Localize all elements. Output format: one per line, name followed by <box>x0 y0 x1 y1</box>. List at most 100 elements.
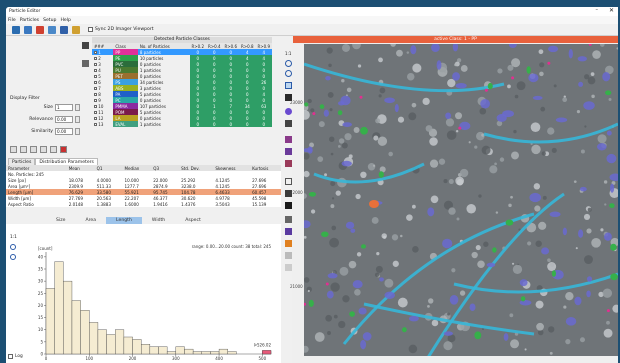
histogram-tabs: Size Area Length Width Aspect <box>46 217 211 224</box>
move-icon[interactable] <box>285 240 292 247</box>
size-input[interactable]: 1 <box>55 104 73 111</box>
camera-icon[interactable] <box>60 25 68 34</box>
histogram-bar <box>80 310 90 355</box>
texture-spot <box>445 118 455 127</box>
stats-row[interactable]: Aspect Ratio 2.0148 1.3883 1.6000 1.9416 1.43… <box>6 201 281 207</box>
histogram-bar <box>71 300 81 355</box>
particle-pmma <box>606 130 612 136</box>
image-toolbar: 1:1 <box>284 36 292 363</box>
polygon-icon[interactable] <box>285 228 292 235</box>
menu-particles[interactable]: Particles <box>20 18 39 23</box>
texture-spot <box>392 260 399 267</box>
hist-zoom-label[interactable]: 1:1 <box>10 235 17 240</box>
copy-icon[interactable] <box>30 146 37 153</box>
size-stepper[interactable] <box>75 104 80 111</box>
texture-spot <box>346 87 352 93</box>
flag-icon[interactable] <box>285 202 292 209</box>
hist-tab-length[interactable]: Length <box>106 217 142 224</box>
texture-spot <box>456 217 460 221</box>
classes-col-header[interactable]: R>0.2 <box>189 43 206 49</box>
menu-setup[interactable]: Setup <box>43 18 56 23</box>
texture-spot <box>548 326 555 333</box>
hist-tab-area[interactable]: Area <box>75 217 106 224</box>
zoom-out-icon[interactable] <box>10 254 16 260</box>
classes-col-header[interactable]: R>0.4 <box>206 43 223 49</box>
classes-col-header[interactable]: R>0.8 <box>239 43 256 49</box>
particle-pe <box>308 299 314 307</box>
texture-spot <box>375 118 381 124</box>
class-row[interactable]: 13 EVAL 1 particles 0 0 0 0 0 <box>92 121 272 127</box>
classes-side-icon-2[interactable] <box>82 60 89 67</box>
particle-pmma <box>445 112 452 120</box>
grid-icon[interactable] <box>10 146 17 153</box>
texture-spot <box>327 91 334 98</box>
particle-pp <box>606 309 610 313</box>
size-label: Size <box>43 105 53 110</box>
texture-spot <box>547 262 557 272</box>
classes-col-header[interactable]: R>0.9 <box>255 43 272 49</box>
log-checkbox[interactable]: Log <box>8 354 23 359</box>
texture-spot <box>539 71 544 77</box>
save-icon[interactable] <box>24 25 32 34</box>
particle-pmma <box>362 332 372 341</box>
overflow-bar <box>262 350 272 355</box>
similarity-stepper[interactable] <box>75 128 80 135</box>
zoom-out-icon[interactable] <box>285 70 292 77</box>
relevance-stepper[interactable] <box>75 116 80 123</box>
similarity-input[interactable]: 0.00 <box>55 128 73 135</box>
color-icon[interactable] <box>285 108 292 115</box>
texture-spot <box>379 87 386 94</box>
particle-pmma <box>379 277 384 282</box>
texture-spot <box>479 107 487 115</box>
particle-pmma <box>427 207 435 217</box>
texture-spot <box>551 147 557 153</box>
settings-icon[interactable] <box>50 146 57 153</box>
x-tick-label: 300 <box>172 356 180 361</box>
export-icon[interactable] <box>36 25 44 34</box>
hist-tab-width[interactable]: Width <box>142 217 175 224</box>
menu-bar: File Particles Setup Help <box>6 16 618 24</box>
texture-spot <box>310 108 315 113</box>
classes-col-header[interactable]: R>0.6 <box>222 43 239 49</box>
image-zoom-label[interactable]: 1:1 <box>285 51 291 56</box>
fit-icon[interactable] <box>285 178 292 185</box>
texture-spot <box>371 217 379 224</box>
select-icon[interactable] <box>285 82 292 89</box>
relevance-input[interactable]: 0.00 <box>55 116 73 123</box>
texture-spot <box>468 141 471 144</box>
open-icon[interactable] <box>12 25 20 34</box>
pen-icon[interactable] <box>285 252 292 259</box>
texture-spot <box>455 112 463 120</box>
delete-icon[interactable] <box>60 146 67 153</box>
texture-spot <box>534 205 541 212</box>
hist-tab-size[interactable]: Size <box>46 217 75 224</box>
minimize-button[interactable]: – <box>596 7 599 13</box>
tool-icon[interactable] <box>285 264 292 271</box>
particle-image[interactable] <box>304 44 618 356</box>
draw-icon[interactable] <box>285 136 292 143</box>
erase-icon[interactable] <box>285 160 292 167</box>
hist-tab-aspect[interactable]: Aspect <box>175 217 211 224</box>
draw-icon-2[interactable] <box>285 148 292 155</box>
magic-wand-icon[interactable] <box>72 25 80 34</box>
particle-pe <box>304 102 309 107</box>
classes-side-icon[interactable] <box>82 42 89 49</box>
texture-spot <box>428 298 434 304</box>
zoom-in-icon[interactable] <box>285 60 292 67</box>
paste-icon[interactable] <box>40 146 47 153</box>
brush-icon[interactable] <box>285 120 292 127</box>
sync-checkbox[interactable]: Sync 2D Imager Viewport <box>88 27 154 32</box>
menu-help[interactable]: Help <box>60 18 70 23</box>
y-tick-label: 5 <box>40 339 43 344</box>
texture-spot <box>430 195 439 204</box>
texture-spot <box>443 341 453 351</box>
zoom-in-icon[interactable] <box>10 244 16 250</box>
close-button[interactable]: ✕ <box>609 7 614 14</box>
particle-pmma <box>562 227 567 236</box>
histogram-bar <box>123 336 133 355</box>
texture-spot <box>456 179 464 186</box>
menu-file[interactable]: File <box>8 18 16 23</box>
list-icon[interactable] <box>20 146 27 153</box>
measure-icon[interactable] <box>285 216 292 223</box>
folder-icon[interactable] <box>48 25 56 34</box>
